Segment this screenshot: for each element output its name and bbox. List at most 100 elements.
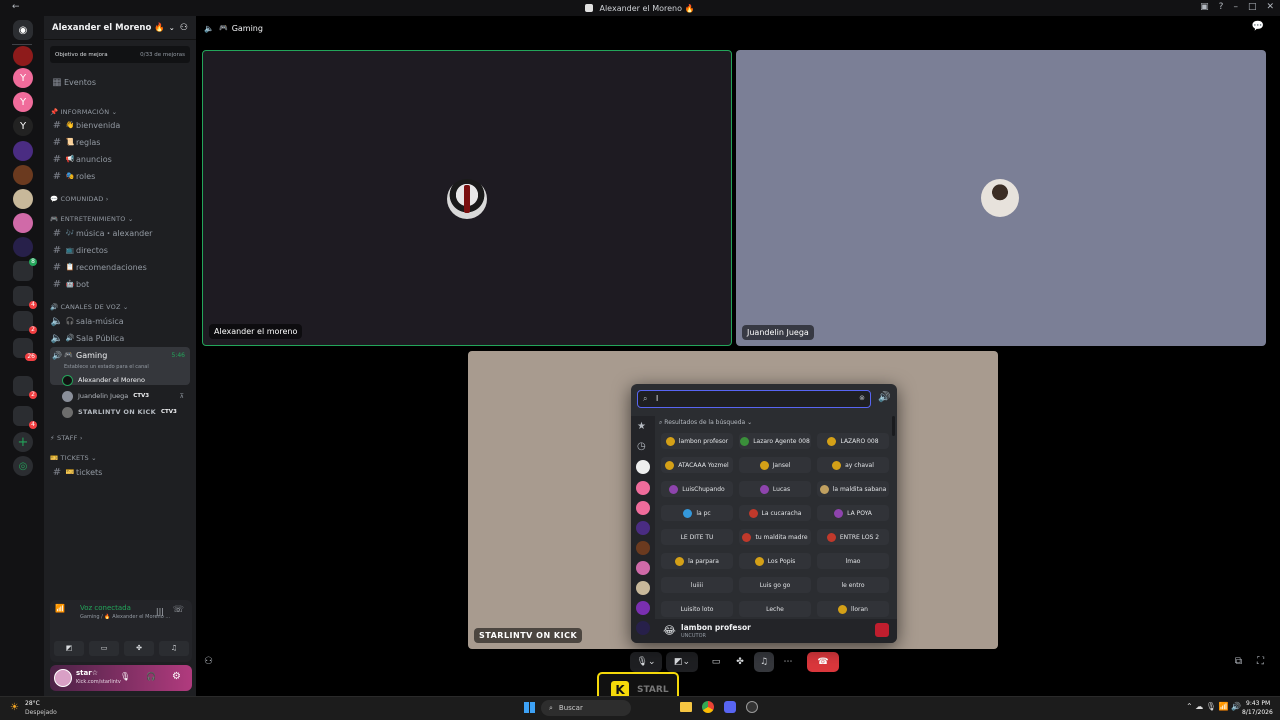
- camera-button[interactable]: ◩⌄: [666, 652, 698, 672]
- category-community[interactable]: 💬 COMUNIDAD ›: [50, 195, 109, 203]
- discord-home-icon[interactable]: ◉: [13, 20, 33, 40]
- obs-icon[interactable]: [746, 701, 758, 713]
- popout-icon[interactable]: ⧉: [1235, 656, 1242, 667]
- maximize-button[interactable]: □: [1248, 2, 1257, 12]
- headphones-icon[interactable]: 🎧: [146, 672, 156, 681]
- volume-icon[interactable]: 🔊: [878, 392, 890, 403]
- channel-anuncios[interactable]: # 📢 anuncios: [50, 151, 190, 167]
- category-info[interactable]: 📌 INFORMACIÓN ⌄: [50, 108, 117, 116]
- server-icon[interactable]: [13, 237, 33, 257]
- invite-icon[interactable]: ⚇: [204, 656, 213, 667]
- server-folder-icon[interactable]: 2: [13, 376, 37, 399]
- chat-icon[interactable]: 💬: [1252, 21, 1264, 32]
- category-tickets[interactable]: 🎫 TICKETS ⌄: [50, 454, 97, 462]
- microphone-icon[interactable]: 🎙: [120, 672, 130, 681]
- server-icon[interactable]: Y: [13, 92, 33, 112]
- tray-icons[interactable]: ⌃ ☁ 🎙 📶 🔊: [1186, 702, 1241, 711]
- channel-reglas[interactable]: # 📜 reglas: [50, 134, 190, 150]
- server-icon[interactable]: [636, 541, 650, 555]
- explore-icon[interactable]: ◎: [13, 456, 33, 476]
- sound-button[interactable]: LA POYA: [817, 505, 889, 521]
- minimize-button[interactable]: –: [1233, 2, 1238, 12]
- sound-button[interactable]: le entro: [817, 577, 889, 593]
- avatar[interactable]: [54, 669, 72, 687]
- channel-bot[interactable]: # 🤖 bot: [50, 276, 190, 292]
- sound-button[interactable]: Lucas: [739, 481, 811, 497]
- clock-time[interactable]: 9:43 PM: [1246, 700, 1270, 707]
- sound-button[interactable]: Jansel: [739, 457, 811, 473]
- server-icon[interactable]: Y: [13, 116, 33, 136]
- sound-button[interactable]: LE DITE TU: [661, 529, 733, 545]
- channel-musica[interactable]: # 🎶 música・alexander: [50, 225, 190, 241]
- sound-button[interactable]: Luisito loto: [661, 601, 733, 617]
- help-icon[interactable]: ?: [1219, 2, 1224, 12]
- channel-recomendaciones[interactable]: # 📋 recomendaciones: [50, 259, 190, 275]
- sound-button[interactable]: LAZARO 008: [817, 433, 889, 449]
- category-staff[interactable]: ⚡ STAFF ›: [50, 434, 83, 442]
- windows-start-icon[interactable]: [524, 702, 535, 713]
- sound-button[interactable]: Luis go go: [739, 577, 811, 593]
- server-icon[interactable]: [13, 46, 33, 66]
- channel-sala-musica[interactable]: 🔈 🎧 sala-música: [50, 313, 190, 329]
- server-folder-icon[interactable]: 4: [13, 286, 37, 309]
- channel-tickets[interactable]: # 🎫 tickets: [50, 464, 190, 480]
- disconnect-icon[interactable]: ☏: [173, 605, 184, 615]
- server-icon[interactable]: [13, 141, 33, 161]
- server-icon[interactable]: [636, 581, 650, 595]
- channel-roles[interactable]: # 🎭 roles: [50, 168, 190, 184]
- mute-button[interactable]: 🎙⌄: [630, 652, 662, 672]
- favorites-star-icon[interactable]: ★: [637, 421, 646, 432]
- soundboard-toggle-button[interactable]: ♫: [754, 652, 774, 672]
- noise-suppression-icon[interactable]: |||: [156, 607, 164, 616]
- channel-directos[interactable]: # 📺 directos: [50, 242, 190, 258]
- server-icon[interactable]: [636, 621, 650, 635]
- sound-button[interactable]: Leche: [739, 601, 811, 617]
- boost-goal-bar[interactable]: Objetivo de mejora 0/33 de mejoras: [50, 46, 190, 63]
- video-tile-alexander[interactable]: Alexander el moreno: [202, 50, 732, 346]
- sound-button[interactable]: ay chaval: [817, 457, 889, 473]
- file-explorer-icon[interactable]: [680, 702, 692, 712]
- events-link[interactable]: ▦ Eventos: [50, 74, 190, 90]
- voice-member[interactable]: Juandelin Juega CTV3 ⊼: [62, 389, 190, 403]
- sound-button[interactable]: lambon profesor: [661, 433, 733, 449]
- category-voice[interactable]: 🔊 CANALES DE VOZ ⌄: [50, 303, 129, 311]
- server-icon[interactable]: [636, 460, 650, 474]
- gear-icon[interactable]: ⚙: [172, 671, 181, 682]
- sound-button[interactable]: la pc: [661, 505, 733, 521]
- server-icon[interactable]: [636, 501, 650, 515]
- video-tile-juandelin[interactable]: Juandelin Juega: [736, 50, 1266, 346]
- sound-button[interactable]: Lazaro Agente 008: [739, 433, 811, 449]
- server-icon[interactable]: [13, 165, 33, 185]
- server-icon[interactable]: [636, 601, 650, 615]
- server-folder-icon[interactable]: 26: [13, 338, 37, 361]
- server-icon[interactable]: [636, 561, 650, 575]
- voice-member[interactable]: Alexander el Moreno: [62, 373, 190, 387]
- search-box[interactable]: ⌕ l ⊗: [637, 390, 871, 408]
- search-input[interactable]: l: [656, 394, 658, 403]
- fullscreen-icon[interactable]: ⛶: [1257, 656, 1264, 667]
- channel-sala-publica[interactable]: 🔈 🔊 Sala Pública: [50, 330, 190, 346]
- sound-button[interactable]: La cucaracha: [739, 505, 811, 521]
- voice-member[interactable]: STARLINTV ON KICK CTV3: [62, 405, 190, 419]
- close-button[interactable]: ✕: [1266, 2, 1274, 12]
- sound-button[interactable]: lmao: [817, 553, 889, 569]
- activities-button[interactable]: ✤: [124, 641, 154, 656]
- screen-share-button[interactable]: ▭: [89, 641, 119, 656]
- server-icon[interactable]: [13, 213, 33, 233]
- chrome-icon[interactable]: [702, 701, 714, 713]
- server-icon[interactable]: Y: [13, 68, 33, 88]
- server-icon[interactable]: [13, 189, 33, 209]
- sound-button[interactable]: LuisChupando: [661, 481, 733, 497]
- sound-button[interactable]: la maldita sabana: [817, 481, 889, 497]
- server-header[interactable]: Alexander el Moreno 🔥 ⌄ ⚇: [44, 16, 196, 40]
- server-icon[interactable]: [636, 481, 650, 495]
- scrollbar[interactable]: [892, 416, 895, 436]
- channel-bienvenida[interactable]: # 👋 bienvenida: [50, 117, 190, 133]
- sound-button[interactable]: luiiii: [661, 577, 733, 593]
- sound-button[interactable]: la parpara: [661, 553, 733, 569]
- sound-button[interactable]: lloran: [817, 601, 889, 617]
- discord-taskbar-icon[interactable]: [724, 701, 736, 713]
- recent-clock-icon[interactable]: ◷: [637, 441, 646, 452]
- taskbar-search[interactable]: ⌕ Buscar: [541, 700, 631, 716]
- soundboard-button[interactable]: ♫: [159, 641, 189, 656]
